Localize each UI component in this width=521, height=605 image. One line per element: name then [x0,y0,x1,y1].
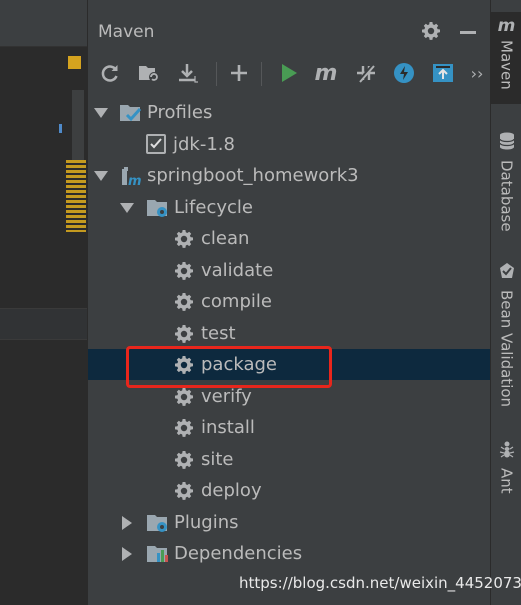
goal-gear-icon [174,450,196,472]
tab-database[interactable]: Database [491,132,521,232]
maven-project-icon: m [120,165,142,189]
panel-title: Maven [98,22,155,42]
download-icon[interactable] [175,60,201,86]
run-icon[interactable] [276,60,302,86]
settings-gear-icon[interactable] [421,21,441,45]
editor-lower-bar [0,308,87,340]
warning-marks [66,160,86,232]
tab-bean-validation[interactable]: Bean Validation [491,262,521,412]
expand-arrow-icon[interactable] [120,203,134,213]
tree-node-lifecycle[interactable]: Lifecycle [88,192,491,223]
show-dependencies-icon[interactable] [430,60,456,86]
maven-toolbar: m ›› [88,56,491,92]
tree-label: Plugins [174,512,239,533]
hide-panel-icon[interactable] [460,31,476,34]
maven-icon: m [497,16,516,36]
tree-label: Lifecycle [174,197,253,218]
tree-node-profiles[interactable]: Profiles [88,97,491,128]
tree-label: springboot_homework3 [147,165,359,186]
toolbar-separator [261,62,262,86]
goal-gear-icon [174,324,196,346]
editor-tab-bar [0,0,87,47]
editor-scrollbar[interactable] [72,90,84,160]
tree-node-project[interactable]: m springboot_homework3 [88,160,491,191]
tab-maven[interactable]: m Maven [491,12,521,104]
lifecycle-goal-item[interactable]: site [88,444,491,475]
toggle-offline-icon[interactable] [353,60,379,86]
bean-validation-icon [498,262,516,284]
goal-label: deploy [201,480,262,501]
goal-label: test [201,323,236,344]
skip-tests-icon[interactable] [391,60,417,86]
watermark-text: https://blog.csdn.net/weixin_44520739 [239,574,521,592]
expand-arrow-icon[interactable] [94,108,108,118]
dependencies-icon [146,543,168,565]
tree-node-plugins[interactable]: Plugins [88,507,491,538]
collapse-arrow-icon[interactable] [122,547,132,561]
change-marker [59,124,62,133]
right-tool-stripe: m Maven Database Bean Validation Ant [490,0,521,605]
annotation-highlight-box [126,346,332,388]
more-actions-icon[interactable]: ›› [464,60,490,86]
add-project-icon[interactable] [226,60,252,86]
plugins-folder-icon [146,512,168,534]
tool-window-header: Maven [88,0,491,50]
generate-sources-icon[interactable] [136,60,162,86]
database-icon [498,132,515,154]
lifecycle-goal-item[interactable]: validate [88,255,491,286]
toolbar-separator [216,62,217,86]
tab-label: Maven [497,40,516,90]
inspection-status-icon[interactable] [68,56,81,69]
tab-label: Database [497,160,516,232]
tree-label: Profiles [147,102,213,123]
maven-tool-window: Maven m ›› Profiles jdk-1.8 m springboot… [87,0,491,605]
goal-gear-icon [174,261,196,283]
goal-label: site [201,449,234,470]
tab-label: Bean Validation [497,290,516,408]
goal-gear-icon [174,418,196,440]
collapse-arrow-icon[interactable] [122,516,132,530]
lifecycle-goal-item[interactable]: test [88,318,491,349]
lifecycle-goal-item[interactable]: deploy [88,475,491,506]
profiles-folder-icon [119,102,142,124]
goal-gear-icon [174,292,196,314]
execute-goal-icon[interactable]: m [313,60,339,86]
tree-label: Dependencies [174,543,303,564]
checkbox-checked[interactable] [146,134,166,154]
tree-label: jdk-1.8 [173,134,235,155]
tab-label: Ant [497,468,516,494]
tree-node-dependencies[interactable]: Dependencies [88,538,491,569]
goal-label: verify [201,386,252,407]
goal-label: install [201,417,255,438]
tree-node-profile-item[interactable]: jdk-1.8 [88,129,491,160]
reload-all-icon[interactable] [97,60,123,86]
lifecycle-goal-item[interactable]: install [88,412,491,443]
goal-gear-icon [174,481,196,503]
goal-label: validate [201,260,274,281]
goal-gear-icon [174,229,196,251]
svg-text:m: m [128,174,142,187]
expand-arrow-icon[interactable] [94,171,108,181]
goal-gear-icon [174,387,196,409]
lifecycle-folder-icon [146,197,168,219]
editor-area [0,0,87,605]
goal-label: compile [201,291,272,312]
goal-label: clean [201,228,250,249]
ant-icon [498,440,516,462]
lifecycle-goal-item[interactable]: compile [88,286,491,317]
tab-ant[interactable]: Ant [491,440,521,500]
lifecycle-goal-item[interactable]: clean [88,223,491,254]
